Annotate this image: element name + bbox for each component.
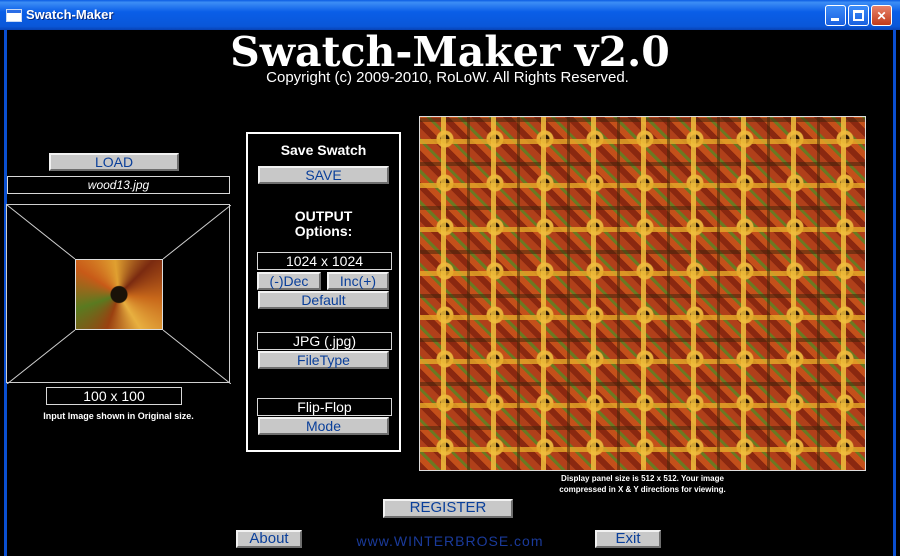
exit-button[interactable]: Exit — [595, 530, 661, 548]
close-icon: ✕ — [876, 9, 887, 23]
about-button[interactable]: About — [236, 530, 302, 548]
default-button[interactable]: Default — [258, 291, 389, 309]
website-link[interactable]: www.WINTERBROSE.com — [330, 533, 570, 549]
display-note-line1: Display panel size is 512 x 512. Your im… — [561, 474, 724, 483]
window-title: Swatch-Maker — [26, 7, 114, 22]
increase-button[interactable]: Inc(+) — [327, 272, 389, 290]
input-image-thumbnail — [75, 259, 163, 330]
title-bar[interactable]: Swatch-Maker ✕ — [0, 0, 900, 30]
output-heading-line2: Options: — [294, 223, 353, 239]
load-button[interactable]: LOAD — [49, 153, 179, 171]
minimize-button[interactable] — [825, 5, 846, 26]
filetype-button[interactable]: FileType — [258, 351, 389, 369]
output-options-heading: OUTPUT Options: — [246, 209, 401, 239]
app-window: Swatch-Maker ✕ Swatch-Maker v2.0 Copyrig… — [0, 0, 900, 556]
input-note: Input Image shown in Original size. — [43, 411, 194, 421]
window-icon — [6, 9, 22, 22]
minimize-icon — [831, 18, 839, 21]
filename-field: wood13.jpg — [7, 176, 230, 194]
decrease-button[interactable]: (-)Dec — [257, 272, 321, 290]
close-button[interactable]: ✕ — [871, 5, 892, 26]
input-preview-panel — [6, 204, 231, 384]
maximize-button[interactable] — [848, 5, 869, 26]
register-button[interactable]: REGISTER — [383, 499, 513, 518]
output-heading-line1: OUTPUT — [294, 208, 353, 224]
maximize-icon — [853, 10, 864, 21]
app-heading: Swatch-Maker v2.0 — [230, 28, 670, 76]
display-note: Display panel size is 512 x 512. Your im… — [520, 473, 765, 495]
display-note-line2: compressed in X & Y directions for viewi… — [559, 485, 726, 494]
input-size-field: 100 x 100 — [46, 387, 182, 405]
mode-field: Flip-Flop — [257, 398, 392, 416]
copyright-text: Copyright (c) 2009-2010, RoLoW. All Righ… — [266, 69, 629, 86]
mode-button[interactable]: Mode — [258, 417, 389, 435]
swatch-display-panel — [419, 116, 866, 471]
filetype-field: JPG (.jpg) — [257, 332, 392, 350]
output-resolution-field: 1024 x 1024 — [257, 252, 392, 270]
save-button[interactable]: SAVE — [258, 166, 389, 184]
save-swatch-heading: Save Swatch — [280, 142, 367, 158]
